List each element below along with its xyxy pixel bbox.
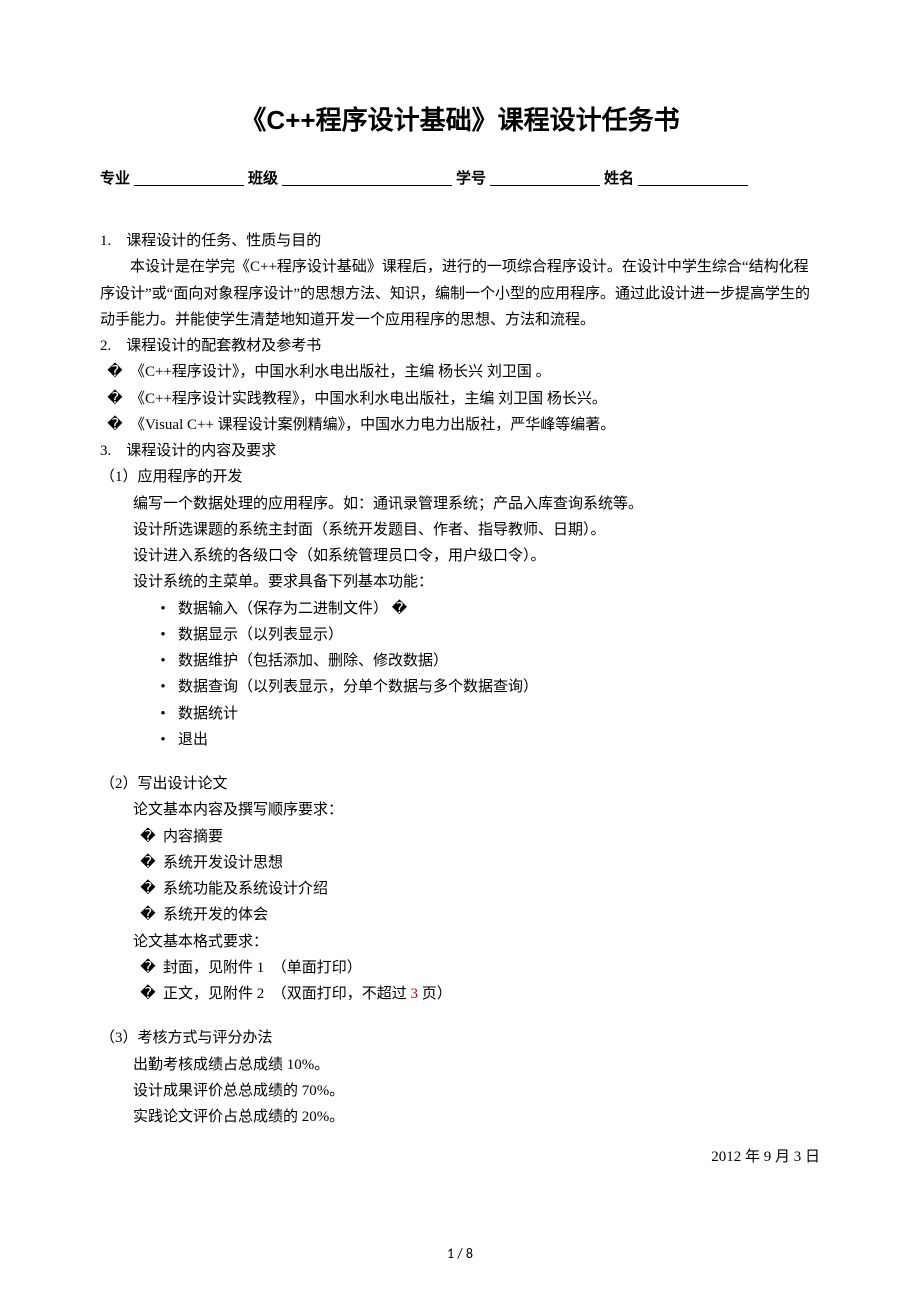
part1-line-1: 编写一个数据处理的应用程序。如：通讯录管理系统；产品入库查询系统等。 [100,491,820,517]
grade-line-1: 出勤考核成绩占总成绩 10%。 [100,1052,820,1078]
page-number: 1 / 8 [0,1245,920,1262]
dot-icon: • [148,701,178,727]
page-title: 《C++程序设计基础》课程设计任务书 [100,100,820,137]
func-text-2: 数据显示（以列表显示） [178,622,343,648]
paper-item-3: � 系统功能及系统设计介绍 [100,876,820,902]
name-label: 姓名 [604,167,634,188]
part1-line-2: 设计所选课题的系统主封面（系统开发题目、作者、指导教师、日期）。 [100,517,820,543]
grade-line-2: 设计成果评价总总成绩的 70%。 [100,1078,820,1104]
part2-title: （2）写出设计论文 [100,771,820,797]
ref-text-1: 《C++程序设计》，中国水利水电出版社，主编 杨长兴 刘卫国 。 [130,359,551,385]
document-page: 《C++程序设计基础》课程设计任务书 专业 班级 学号 姓名 1. 课程设计的任… [0,0,920,1302]
bullet-icon: � [133,876,163,902]
class-blank [282,167,452,186]
paper-item-2: � 系统开发设计思想 [100,850,820,876]
ref-text-2: 《C++程序设计实践教程》，中国水利水电出版社，主编 刘卫国 杨长兴。 [130,386,607,412]
paper-text-4: 系统开发的体会 [163,902,268,928]
func-item-2: • 数据显示（以列表显示） [100,622,820,648]
major-label: 专业 [100,167,130,188]
func-text-4: 数据查询（以列表显示，分单个数据与多个数据查询） [178,674,538,700]
func-item-1: • 数据输入（保存为二进制文件） � [100,596,820,622]
body-text: 1. 课程设计的任务、性质与目的 本设计是在学完《C++程序设计基础》课程后，进… [100,228,820,1171]
class-label: 班级 [248,167,278,188]
bullet-icon: � [133,850,163,876]
section-1-para: 本设计是在学完《C++程序设计基础》课程后，进行的一项综合程序设计。在设计中学生… [100,254,820,333]
ref-item-3: � 《Visual C++ 课程设计案例精编》，中国水力电力出版社，严华峰等编著… [100,412,820,438]
dot-icon: • [148,622,178,648]
dot-icon: • [148,596,178,622]
part1-line-3: 设计进入系统的各级口令（如系统管理员口令，用户级口令）。 [100,543,820,569]
student-info-line: 专业 班级 学号 姓名 [100,167,820,188]
paper-text-3: 系统功能及系统设计介绍 [163,876,328,902]
func-text-1: 数据输入（保存为二进制文件） � [178,596,407,622]
grade-line-3: 实践论文评价占总成绩的 20%。 [100,1104,820,1130]
format-item-2: � 正文，见附件 2 （双面打印，不超过 3 页） [100,981,820,1007]
id-label: 学号 [456,167,486,188]
id-blank [490,167,600,186]
func-item-5: • 数据统计 [100,701,820,727]
func-item-3: • 数据维护（包括添加、删除、修改数据） [100,648,820,674]
paper-text-1: 内容摘要 [163,824,223,850]
bullet-icon: � [100,412,130,438]
ref-item-1: � 《C++程序设计》，中国水利水电出版社，主编 杨长兴 刘卫国 。 [100,359,820,385]
name-blank [638,167,748,186]
func-text-5: 数据统计 [178,701,238,727]
major-blank [134,167,244,186]
date-line: 2012 年 9 月 3 日 [100,1144,820,1170]
part2-line-2: 论文基本格式要求： [100,929,820,955]
ref-item-2: � 《C++程序设计实践教程》，中国水利水电出版社，主编 刘卫国 杨长兴。 [100,386,820,412]
red-number: 3 [411,986,419,1002]
bullet-icon: � [100,386,130,412]
ref-text-3: 《Visual C++ 课程设计案例精编》，中国水力电力出版社，严华峰等编著。 [130,412,615,438]
format-text-2: 正文，见附件 2 （双面打印，不超过 3 页） [163,981,452,1007]
dot-icon: • [148,648,178,674]
bullet-icon: � [133,981,163,1007]
func-text-6: 退出 [178,727,208,753]
paper-text-2: 系统开发设计思想 [163,850,283,876]
dot-icon: • [148,727,178,753]
part3-title: （3）考核方式与评分办法 [100,1025,820,1051]
bullet-icon: � [133,824,163,850]
func-item-6: • 退出 [100,727,820,753]
section-3-head: 3. 课程设计的内容及要求 [100,438,820,464]
section-1-head: 1. 课程设计的任务、性质与目的 [100,228,820,254]
func-text-3: 数据维护（包括添加、删除、修改数据） [178,648,448,674]
bullet-icon: � [133,902,163,928]
format-item-1: � 封面，见附件 1 （单面打印） [100,955,820,981]
part1-line-4: 设计系统的主菜单。要求具备下列基本功能： [100,569,820,595]
func-item-4: • 数据查询（以列表显示，分单个数据与多个数据查询） [100,674,820,700]
paper-item-4: � 系统开发的体会 [100,902,820,928]
format-text-1: 封面，见附件 1 （单面打印） [163,955,362,981]
dot-icon: • [148,674,178,700]
bullet-icon: � [133,955,163,981]
paper-item-1: � 内容摘要 [100,824,820,850]
bullet-icon: � [100,359,130,385]
part1-title: （1）应用程序的开发 [100,464,820,490]
section-2-head: 2. 课程设计的配套教材及参考书 [100,333,820,359]
part2-line-1: 论文基本内容及撰写顺序要求： [100,797,820,823]
